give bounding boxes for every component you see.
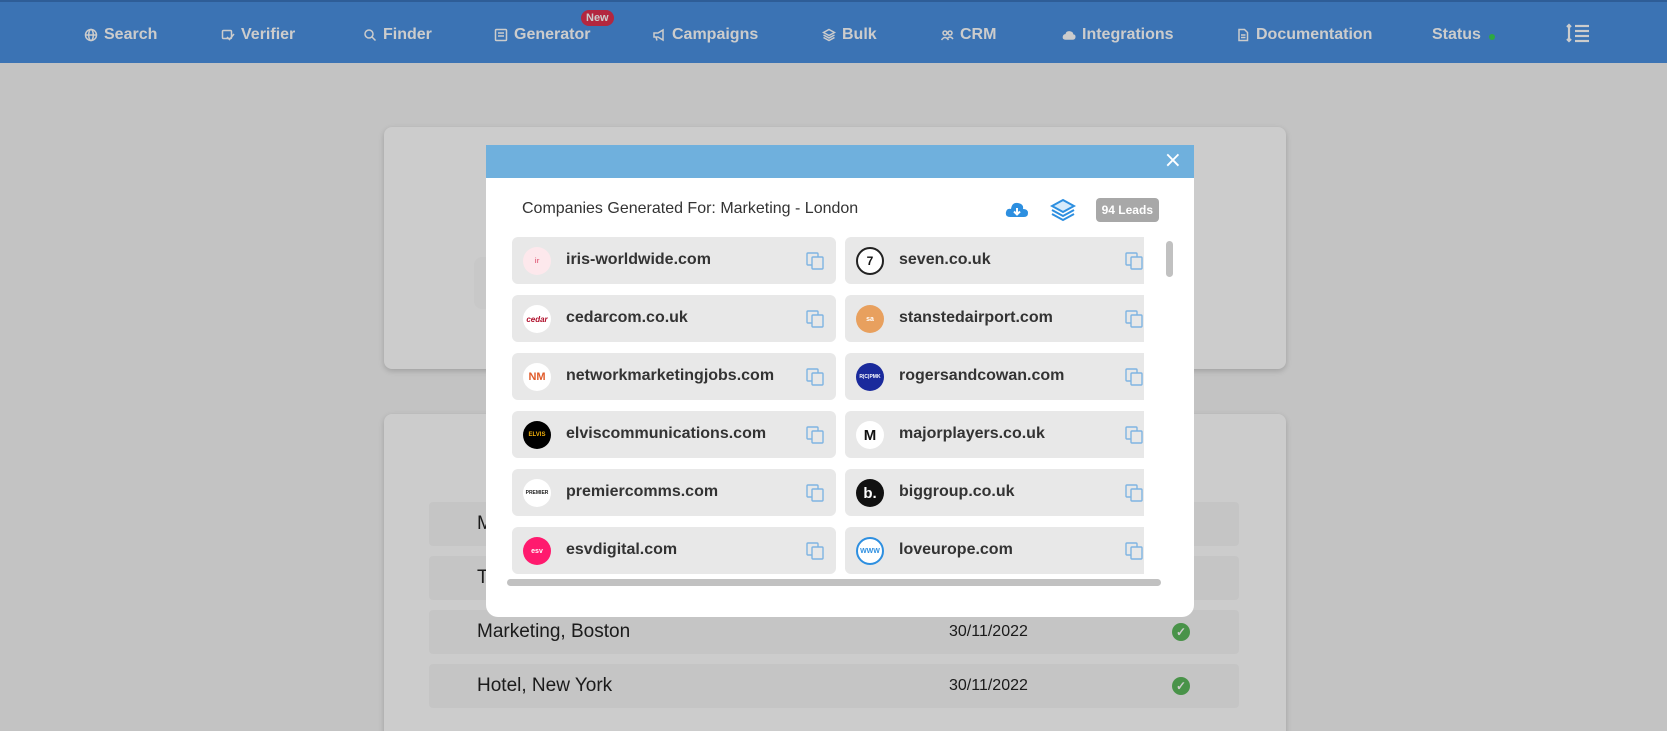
- company-domain: esvdigital.com: [566, 541, 678, 558]
- vertical-scrollbar[interactable]: [1166, 241, 1173, 277]
- leads-count-badge: 94 Leads: [1095, 198, 1159, 222]
- copy-icon[interactable]: [1125, 484, 1143, 502]
- company-logo: ir: [523, 247, 551, 275]
- modal-header: ×: [486, 145, 1194, 178]
- modal-actions: 94 Leads: [1004, 197, 1159, 223]
- company-logo: M: [856, 421, 884, 449]
- company-logo-text: R|C|PMK: [859, 374, 881, 380]
- copy-icon[interactable]: [806, 484, 824, 502]
- company-card[interactable]: ELVIS elviscommunications.com: [512, 411, 836, 458]
- company-domain: elviscommunications.com: [566, 425, 767, 442]
- cloud-download-icon[interactable]: [1004, 197, 1030, 223]
- company-logo-text: M: [863, 426, 877, 444]
- company-domain: rogersandcowan.com: [899, 367, 1065, 384]
- copy-icon[interactable]: [1125, 310, 1143, 328]
- copy-icon[interactable]: [1125, 542, 1143, 560]
- company-logo-text: NM: [528, 371, 546, 383]
- copy-icon[interactable]: [1125, 426, 1143, 444]
- company-logo-text: WWW: [860, 547, 880, 555]
- company-card[interactable]: NM networkmarketingjobs.com: [512, 353, 836, 400]
- copy-icon[interactable]: [806, 542, 824, 560]
- company-logo-text: esv: [531, 547, 543, 555]
- company-domain: loveurope.com: [899, 541, 1013, 558]
- copy-icon[interactable]: [806, 368, 824, 386]
- company-logo: ELVIS: [523, 421, 551, 449]
- company-logo: esv: [523, 537, 551, 565]
- company-card[interactable]: sa stanstedairport.com: [845, 295, 1144, 342]
- company-domain: seven.co.uk: [899, 251, 991, 268]
- company-logo-text: b.: [863, 484, 877, 502]
- company-card[interactable]: 7 seven.co.uk: [845, 237, 1144, 284]
- company-domain: majorplayers.co.uk: [899, 425, 1045, 442]
- company-card[interactable]: WWW loveurope.com: [845, 527, 1144, 574]
- company-card[interactable]: R|C|PMK rogersandcowan.com: [845, 353, 1144, 400]
- company-logo-text: cedar: [526, 314, 548, 324]
- copy-icon[interactable]: [1125, 368, 1143, 386]
- company-domain: cedarcom.co.uk: [566, 309, 688, 326]
- company-logo-text: ELVIS: [528, 432, 546, 438]
- company-domain: networkmarketingjobs.com: [566, 367, 775, 384]
- horizontal-scrollbar[interactable]: [507, 579, 1161, 586]
- company-logo: R|C|PMK: [856, 363, 884, 391]
- company-logo: cedar: [523, 305, 551, 333]
- company-logo: b.: [856, 479, 884, 507]
- companies-list: ir iris-worldwide.com 7 seven.co.uk ceda…: [512, 237, 1144, 575]
- company-logo: NM: [523, 363, 551, 391]
- company-card[interactable]: ir iris-worldwide.com: [512, 237, 836, 284]
- companies-modal: × Companies Generated For: Marketing - L…: [486, 145, 1194, 617]
- company-card[interactable]: PREMIER premiercomms.com: [512, 469, 836, 516]
- company-logo: sa: [856, 305, 884, 333]
- company-card[interactable]: cedar cedarcom.co.uk: [512, 295, 836, 342]
- company-card[interactable]: M majorplayers.co.uk: [845, 411, 1144, 458]
- copy-icon[interactable]: [806, 310, 824, 328]
- copy-icon[interactable]: [806, 252, 824, 270]
- layers-icon[interactable]: [1049, 197, 1076, 223]
- company-card[interactable]: esv esvdigital.com: [512, 527, 836, 574]
- company-logo: PREMIER: [523, 479, 551, 507]
- company-card[interactable]: b. biggroup.co.uk: [845, 469, 1144, 516]
- company-logo-text: 7: [866, 254, 874, 268]
- company-logo-text: sa: [866, 315, 874, 323]
- close-icon[interactable]: ×: [1164, 150, 1182, 172]
- company-domain: premiercomms.com: [566, 483, 719, 500]
- company-domain: biggroup.co.uk: [899, 483, 1015, 500]
- company-domain: stanstedairport.com: [899, 309, 1053, 326]
- modal-title: Companies Generated For: Marketing - Lon…: [522, 200, 859, 217]
- company-logo-text: PREMIER: [525, 490, 549, 496]
- copy-icon[interactable]: [806, 426, 824, 444]
- company-logo: 7: [856, 247, 884, 275]
- copy-icon[interactable]: [1125, 252, 1143, 270]
- company-domain: iris-worldwide.com: [566, 251, 711, 268]
- company-logo-text: ir: [534, 257, 540, 265]
- company-logo: WWW: [856, 537, 884, 565]
